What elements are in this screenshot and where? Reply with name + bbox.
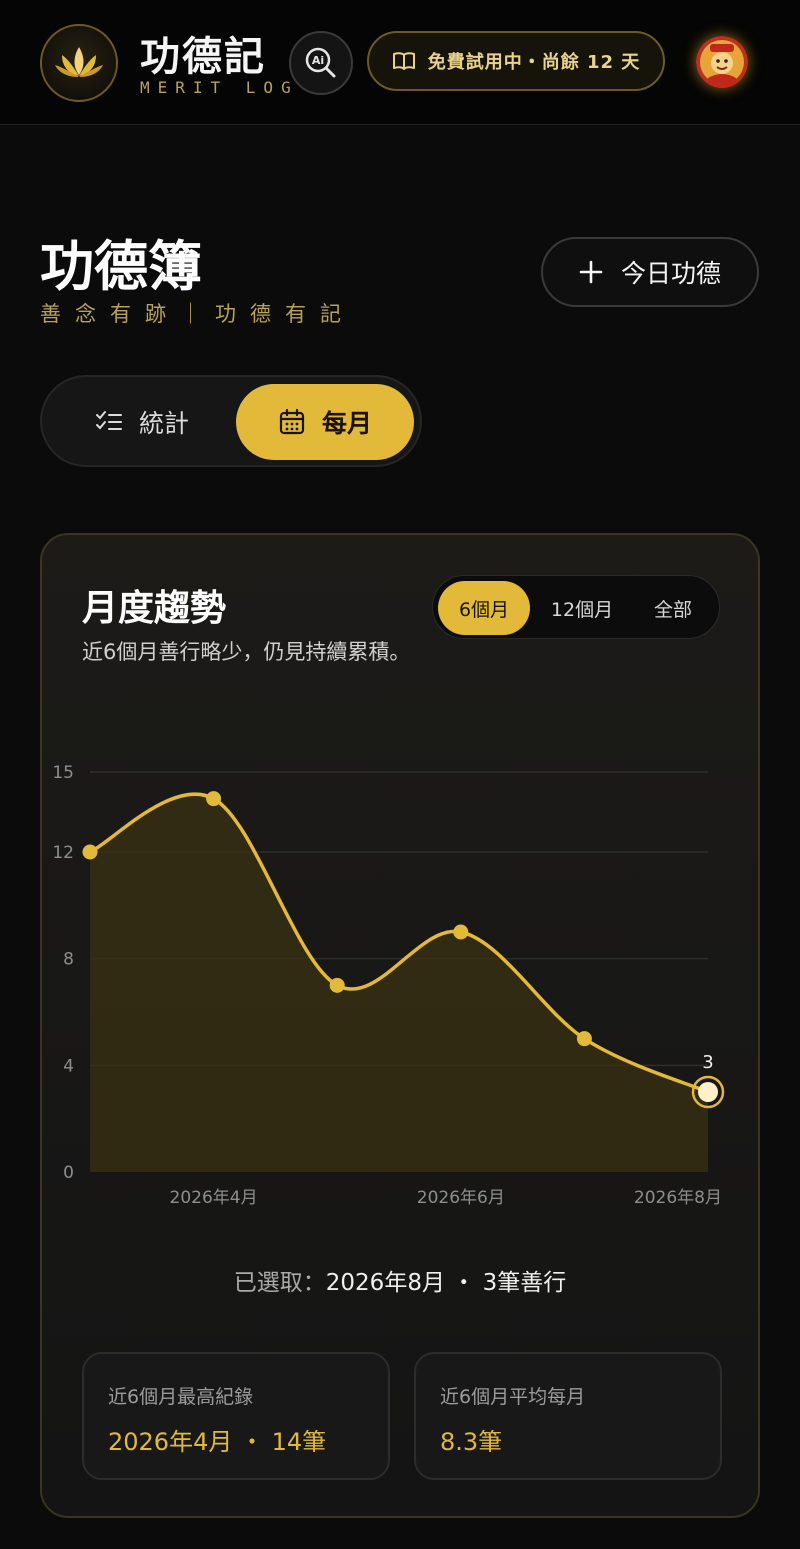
trend-chart[interactable]: 0 4 8 12 15 3 2026年4月 2026年6月 2026年8月 — [42, 535, 758, 1235]
x-tick-label: 2026年6月 — [417, 1188, 505, 1208]
trend-area — [90, 794, 708, 1172]
data-label: 3 — [702, 1052, 713, 1073]
tab-stats-label: 統計 — [138, 409, 189, 438]
brand-subtitle: MERIT LOG — [140, 78, 299, 97]
data-point — [576, 1031, 592, 1047]
ai-search-button[interactable]: Ai — [289, 31, 353, 95]
trial-text: 免費試用中・尚餘 12 天 — [427, 52, 641, 73]
view-switch: 統計 每月 — [40, 375, 422, 467]
x-tick-label: 2026年8月 — [634, 1188, 722, 1208]
y-tick-label: 15 — [52, 763, 74, 783]
page-title: 功德簿 — [40, 234, 202, 298]
add-today-merit-label: 今日功德 — [620, 259, 721, 288]
stat-highest-value: 2026年4月 ・ 14筆 — [108, 1428, 327, 1456]
data-point — [329, 977, 345, 993]
stat-average-value: 8.3筆 — [440, 1428, 503, 1456]
y-tick-label: 12 — [52, 843, 74, 863]
top-bar: 功德記 MERIT LOG Ai 免費試用中・尚餘 12 天 — [0, 0, 800, 125]
y-tick-label: 0 — [63, 1163, 74, 1183]
stat-monthly-average: 近6個月平均每月 8.3筆 — [414, 1352, 722, 1480]
lotus-logo-icon[interactable] — [40, 24, 118, 102]
data-point — [206, 791, 222, 807]
stat-highest-label: 近6個月最高紀錄 — [108, 1386, 254, 1408]
x-tick-label: 2026年4月 — [170, 1188, 258, 1208]
checklist-icon — [95, 411, 122, 430]
data-point — [453, 924, 469, 940]
avatar[interactable] — [696, 36, 748, 88]
tab-monthly-label: 每月 — [321, 409, 372, 438]
selected-value: 2026年8月 ・ 3筆善行 — [325, 1270, 567, 1296]
y-tick-label: 4 — [63, 1056, 74, 1076]
monthly-trend-card: 月度趨勢 近6個月善行略少，仍見持續累積。 6個月 12個月 全部 0 4 8 12 1… — [40, 533, 760, 1518]
stat-average-label: 近6個月平均每月 — [440, 1386, 586, 1408]
add-today-merit-button[interactable]: 今日功德 — [541, 237, 759, 307]
selected-month-readout: 已選取：2026年8月 ・ 3筆善行 — [42, 1263, 758, 1297]
calendar-icon — [279, 408, 305, 435]
tab-monthly[interactable]: 每月 — [236, 384, 414, 460]
deity-avatar-icon — [696, 36, 748, 88]
trial-status-button[interactable]: 免費試用中・尚餘 12 天 — [367, 31, 665, 91]
stat-highest-record: 近6個月最高紀錄 2026年4月 ・ 14筆 — [82, 1352, 390, 1480]
ai-search-icon: Ai — [305, 47, 336, 78]
book-icon — [392, 52, 415, 70]
y-tick-label: 8 — [63, 950, 74, 970]
selected-point — [698, 1082, 718, 1102]
ai-label: Ai — [312, 54, 324, 67]
page-subtitle: 善念有跡｜功德有記 — [40, 302, 355, 326]
tab-stats[interactable]: 統計 — [48, 384, 236, 460]
plus-icon — [579, 260, 603, 284]
data-point — [82, 844, 98, 860]
brand-title: 功德記 — [140, 33, 266, 80]
selected-label: 已選取： — [233, 1270, 326, 1296]
